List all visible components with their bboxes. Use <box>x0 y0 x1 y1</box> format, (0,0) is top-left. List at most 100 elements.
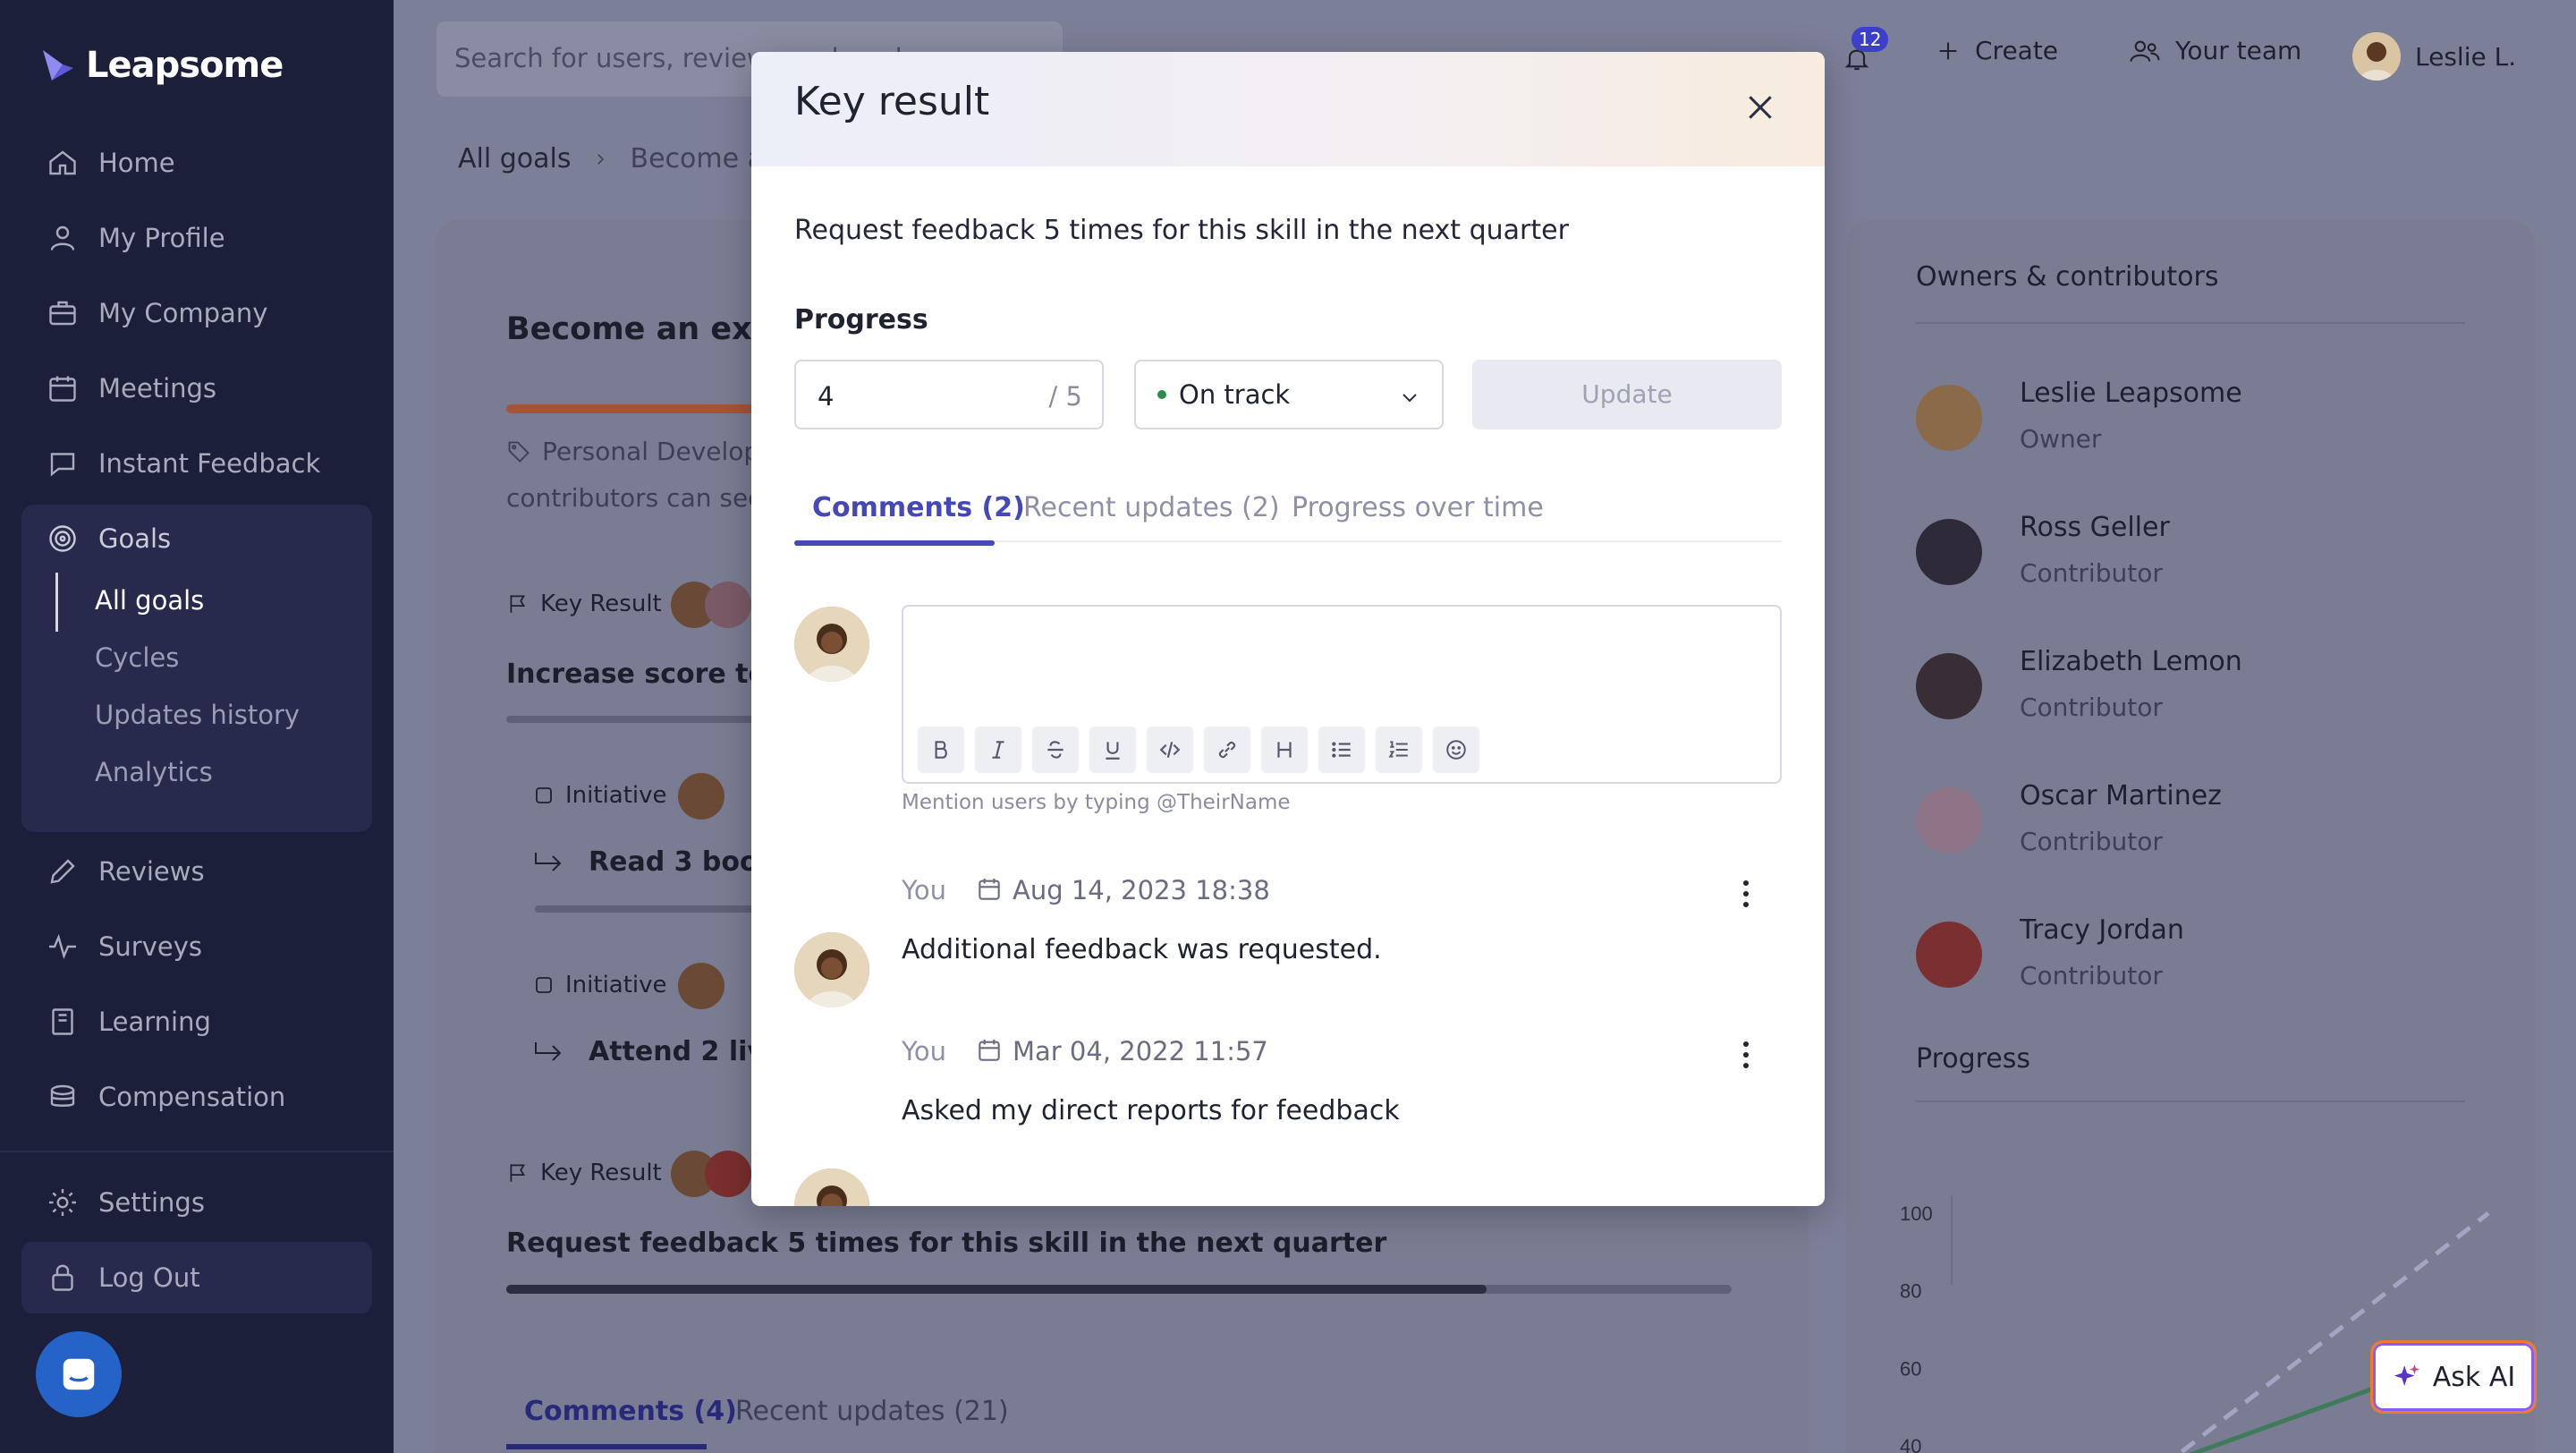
contributor-role: Contributor <box>2020 693 2163 722</box>
update-button[interactable]: Update <box>1472 360 1782 429</box>
contributor-name[interactable]: Ross Geller <box>2020 512 2170 543</box>
emoji-button[interactable] <box>1433 726 1479 773</box>
sidebar-item-learning[interactable]: Learning <box>21 986 372 1058</box>
emoji-icon <box>1446 740 1466 760</box>
more-options-icon[interactable] <box>1742 879 1750 909</box>
sidebar-item-compensation[interactable]: Compensation <box>21 1061 372 1133</box>
tab-progress-over-time[interactable]: Progress over time <box>1292 492 1544 523</box>
contributor-name[interactable]: Elizabeth Lemon <box>2020 646 2242 677</box>
initiative-icon <box>536 787 552 803</box>
ask-ai-button[interactable]: Ask AI <box>2370 1340 2537 1414</box>
ask-ai-label: Ask AI <box>2432 1361 2516 1393</box>
briefcase-icon <box>49 301 76 326</box>
target-line <box>2176 1211 2490 1453</box>
sidebar-item-label: My Company <box>98 298 268 328</box>
contributor-name[interactable]: Tracy Jordan <box>2020 914 2184 946</box>
calendar-icon <box>979 1040 1000 1061</box>
team-icon <box>2130 40 2160 62</box>
more-options-icon[interactable] <box>1742 1040 1750 1070</box>
tag-icon <box>508 441 530 463</box>
progress-total: / 5 <box>1048 381 1082 412</box>
progress-label: Progress <box>794 304 928 336</box>
modal-title: Key result <box>794 79 990 124</box>
sidebar-item-label: Settings <box>98 1187 205 1218</box>
flag-icon <box>510 595 526 613</box>
tab-comments[interactable]: Comments (4) <box>524 1396 737 1427</box>
sidebar: Leapsome Home My Profile My Company Meet… <box>0 0 394 1453</box>
chevron-down-icon <box>1402 394 1417 403</box>
pencil-icon <box>50 859 75 884</box>
kr-progress-bar <box>506 1285 1732 1294</box>
sidebar-item-log-out[interactable]: Log Out <box>21 1242 372 1313</box>
sidebar-item-my-company[interactable]: My Company <box>21 277 372 349</box>
owner-name[interactable]: Leslie Leapsome <box>2020 378 2242 409</box>
user-name: Leslie L. <box>2415 41 2517 72</box>
sidebar-item-label: Reviews <box>98 856 205 887</box>
strikethrough-button[interactable] <box>1032 726 1079 773</box>
bullet-list-button[interactable] <box>1318 726 1365 773</box>
sidebar-item-meetings[interactable]: Meetings <box>21 353 372 424</box>
sidebar-item-goals[interactable]: Goals <box>21 503 372 574</box>
italic-button[interactable] <box>975 726 1021 773</box>
your-team-button[interactable]: Your team <box>2129 36 2301 65</box>
link-button[interactable] <box>1204 726 1250 773</box>
contributor-role: Contributor <box>2020 827 2163 856</box>
tab-active-underline <box>506 1444 707 1449</box>
create-button[interactable]: Create <box>1936 36 2058 65</box>
sidebar-item-home[interactable]: Home <box>21 127 372 199</box>
numbered-list-button[interactable] <box>1376 726 1422 773</box>
owner-role: Owner <box>2020 424 2102 454</box>
sidebar-sub-all-goals[interactable]: All goals <box>95 585 204 616</box>
sidebar-item-label: Compensation <box>98 1082 286 1112</box>
initiative-label-row: Initiative <box>533 972 667 998</box>
tab-recent-updates[interactable]: Recent updates (21) <box>735 1396 1009 1427</box>
notifications-badge: 12 <box>1852 27 1889 52</box>
bold-button[interactable] <box>918 726 964 773</box>
comment-editor[interactable] <box>902 605 1782 784</box>
sidebar-sub-cycles[interactable]: Cycles <box>95 642 179 673</box>
tab-recent-updates[interactable]: Recent updates (2) <box>1023 492 1280 523</box>
close-button[interactable] <box>1742 89 1778 125</box>
avatar <box>794 1168 869 1206</box>
heading-button[interactable] <box>1261 726 1308 773</box>
sidebar-item-label: Home <box>98 148 175 178</box>
code-button[interactable] <box>1147 726 1193 773</box>
support-chat-button[interactable] <box>36 1331 122 1417</box>
contributor-name[interactable]: Oscar Martinez <box>2020 780 2222 811</box>
comment-author: You <box>902 1036 946 1066</box>
avatar <box>2352 32 2401 81</box>
owners-heading: Owners & contributors <box>1916 261 2219 293</box>
brand-logo[interactable]: Leapsome <box>39 45 284 86</box>
comment-date: Mar 04, 2022 11:57 <box>1013 1036 1268 1066</box>
chevron-right-icon <box>597 153 605 165</box>
initiative-label-row: Initiative <box>533 782 667 809</box>
tab-comments[interactable]: Comments (2) <box>812 492 1025 523</box>
user-menu[interactable]: Leslie L. <box>2352 32 2516 81</box>
status-select[interactable]: On track <box>1134 360 1444 429</box>
progress-value: 4 <box>818 381 835 412</box>
underline-button[interactable] <box>1089 726 1136 773</box>
subitem-arrow-icon <box>535 852 562 871</box>
sidebar-item-surveys[interactable]: Surveys <box>21 911 372 982</box>
sidebar-item-instant-feedback[interactable]: Instant Feedback <box>21 428 372 499</box>
code-icon <box>1159 742 1181 758</box>
key-result-modal: Key result Request feedback 5 times for … <box>751 52 1825 1206</box>
kr-label: Key Result <box>540 591 662 617</box>
comment-text: Asked my direct reports for feedback <box>902 1095 1400 1126</box>
sidebar-item-my-profile[interactable]: My Profile <box>21 202 372 274</box>
breadcrumb-root[interactable]: All goals <box>458 143 571 174</box>
kr-label: Key Result <box>540 1160 662 1186</box>
active-indicator <box>55 573 58 632</box>
pulse-icon <box>49 933 76 960</box>
close-icon <box>1749 96 1772 119</box>
status-dot <box>1157 390 1166 399</box>
contributor-role: Contributor <box>2020 961 2163 990</box>
sidebar-item-label: Learning <box>98 1007 211 1037</box>
sidebar-sub-analytics[interactable]: Analytics <box>95 757 213 787</box>
comment-author: You <box>902 875 946 905</box>
sidebar-item-reviews[interactable]: Reviews <box>21 836 372 907</box>
avatar <box>1916 653 1982 719</box>
sidebar-item-settings[interactable]: Settings <box>21 1167 372 1238</box>
sidebar-sub-updates-history[interactable]: Updates history <box>95 700 300 730</box>
progress-value-input[interactable]: 4 / 5 <box>794 360 1104 429</box>
